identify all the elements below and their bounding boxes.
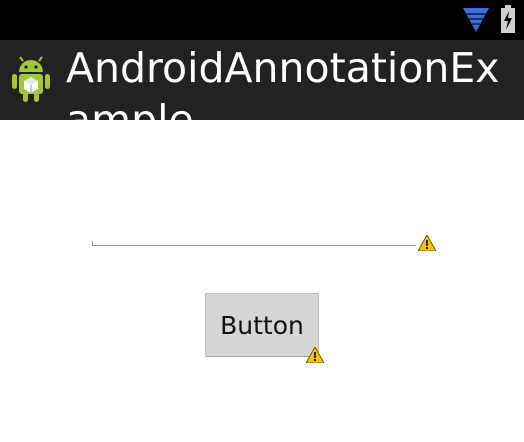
text-input-underline (92, 245, 416, 246)
text-input[interactable] (92, 234, 416, 246)
warning-icon (305, 345, 325, 367)
status-bar (0, 0, 524, 40)
action-bar: AndroidAnnotationExample (0, 40, 524, 120)
main-button[interactable]: Button (205, 293, 319, 357)
app-title: AndroidAnnotationExample (66, 44, 500, 120)
wifi-icon (463, 8, 489, 36)
main-content: Button (0, 120, 524, 442)
warning-icon (417, 233, 437, 255)
battery-charging-icon (500, 5, 516, 37)
android-robot-icon (10, 56, 52, 108)
